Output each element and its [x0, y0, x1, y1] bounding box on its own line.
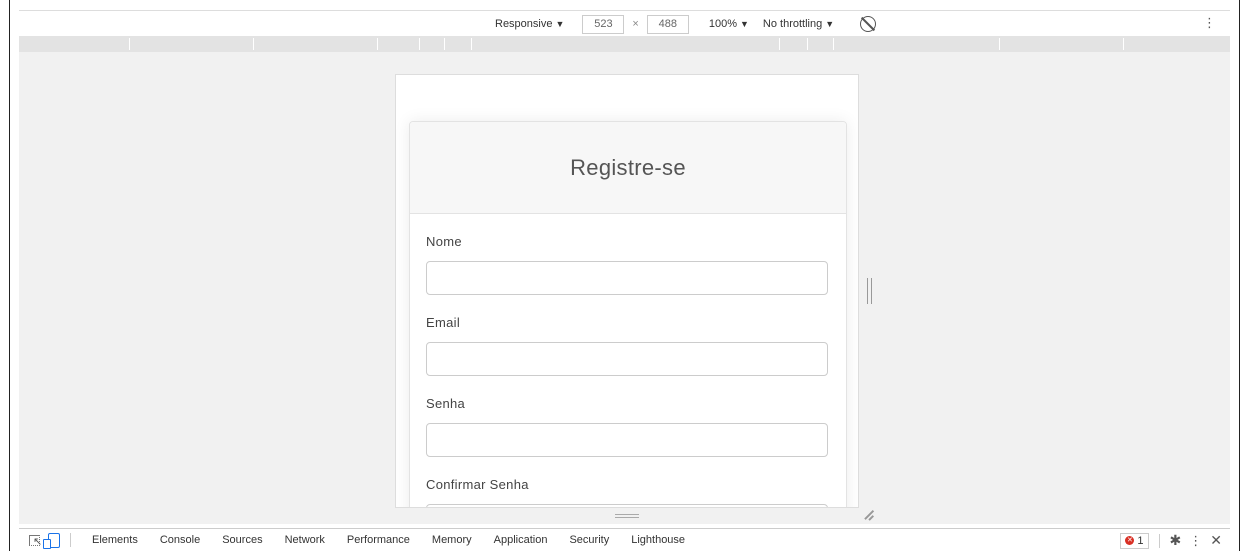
ruler-tick	[253, 38, 254, 50]
toolbar-more-icon[interactable]: ⋮	[1203, 15, 1216, 31]
divider	[1158, 533, 1160, 548]
error-count: 1	[1137, 534, 1144, 547]
width-resize-handle[interactable]	[867, 278, 872, 304]
ruler-tick	[471, 38, 472, 50]
zoom-label: 100%	[708, 18, 737, 30]
password-input[interactable]	[426, 423, 828, 457]
register-form: Nome Email Senha Confirmar Senha	[410, 214, 846, 507]
dimension-separator: ×	[632, 18, 639, 30]
password-label: Senha	[426, 396, 466, 411]
divider	[70, 533, 71, 547]
corner-resize-handle[interactable]	[863, 508, 875, 520]
tab-console[interactable]: Console	[149, 534, 211, 546]
media-query-bar[interactable]	[19, 36, 1230, 52]
register-card: Registre-se Nome Email Senha Confirmar S…	[409, 121, 847, 507]
throttling-label: No throttling	[762, 18, 823, 30]
tab-performance[interactable]: Performance	[336, 534, 421, 546]
devtools-more-icon[interactable]: ⋮	[1189, 533, 1202, 549]
ruler-tick	[999, 38, 1000, 50]
error-icon: ✕	[1125, 536, 1135, 545]
ruler-tick	[779, 38, 780, 50]
name-input[interactable]	[426, 261, 828, 295]
chevron-down-icon: ▼	[825, 19, 835, 29]
ruler-tick	[377, 38, 378, 50]
error-count-badge[interactable]: ✕ 1	[1120, 532, 1149, 549]
email-label: Email	[426, 315, 461, 330]
email-input[interactable]	[426, 342, 828, 376]
device-toolbar: Responsive ▼ × 100% ▼ No throttling ▼ ⋮	[19, 10, 1230, 36]
ruler-tick	[129, 38, 130, 50]
device-viewport: Registre-se Nome Email Senha Confirmar S…	[395, 74, 859, 508]
zoom-dropdown[interactable]: 100% ▼	[705, 18, 753, 30]
inspect-element-icon[interactable]	[29, 534, 42, 548]
register-title: Registre-se	[570, 154, 686, 180]
viewport-height-input[interactable]	[646, 14, 689, 34]
confirm-password-label: Confirmar Senha	[426, 477, 529, 492]
throttling-dropdown[interactable]: No throttling ▼	[759, 18, 838, 30]
gear-icon[interactable]: ✱	[1170, 532, 1182, 549]
responsive-viewport-area: Registre-se Nome Email Senha Confirmar S…	[19, 52, 1230, 524]
close-icon[interactable]: ✕	[1210, 532, 1222, 549]
device-toolbar-icon[interactable]	[43, 532, 60, 549]
tab-network[interactable]: Network	[274, 534, 336, 546]
confirm-password-input[interactable]	[426, 504, 828, 507]
ruler-tick	[807, 38, 808, 50]
height-resize-handle[interactable]	[615, 514, 639, 518]
devtools-actions: ✕ 1 ✱ ⋮ ✕	[1120, 529, 1222, 551]
device-mode-label: Responsive	[495, 18, 553, 30]
tab-application[interactable]: Application	[483, 534, 559, 546]
devtools-tabbar: Elements Console Sources Network Perform…	[19, 528, 1230, 551]
tab-lighthouse[interactable]: Lighthouse	[620, 534, 696, 546]
tab-elements[interactable]: Elements	[81, 534, 149, 546]
register-card-header: Registre-se	[410, 122, 846, 214]
ruler-tick	[1123, 38, 1124, 50]
chevron-down-icon: ▼	[555, 19, 565, 29]
device-mode-dropdown[interactable]: Responsive ▼	[491, 18, 568, 30]
rotate-icon[interactable]	[860, 16, 877, 32]
ruler-tick	[444, 38, 445, 50]
chevron-down-icon: ▼	[739, 19, 749, 29]
tab-sources[interactable]: Sources	[211, 534, 273, 546]
viewport-width-input[interactable]	[582, 14, 625, 34]
ruler-tick	[419, 38, 420, 50]
ruler-tick	[833, 38, 834, 50]
tab-memory[interactable]: Memory	[421, 534, 483, 546]
name-label: Nome	[426, 234, 462, 249]
tab-security[interactable]: Security	[558, 534, 620, 546]
device-toolbar-controls: Responsive ▼ × 100% ▼ No throttling ▼	[491, 11, 877, 37]
